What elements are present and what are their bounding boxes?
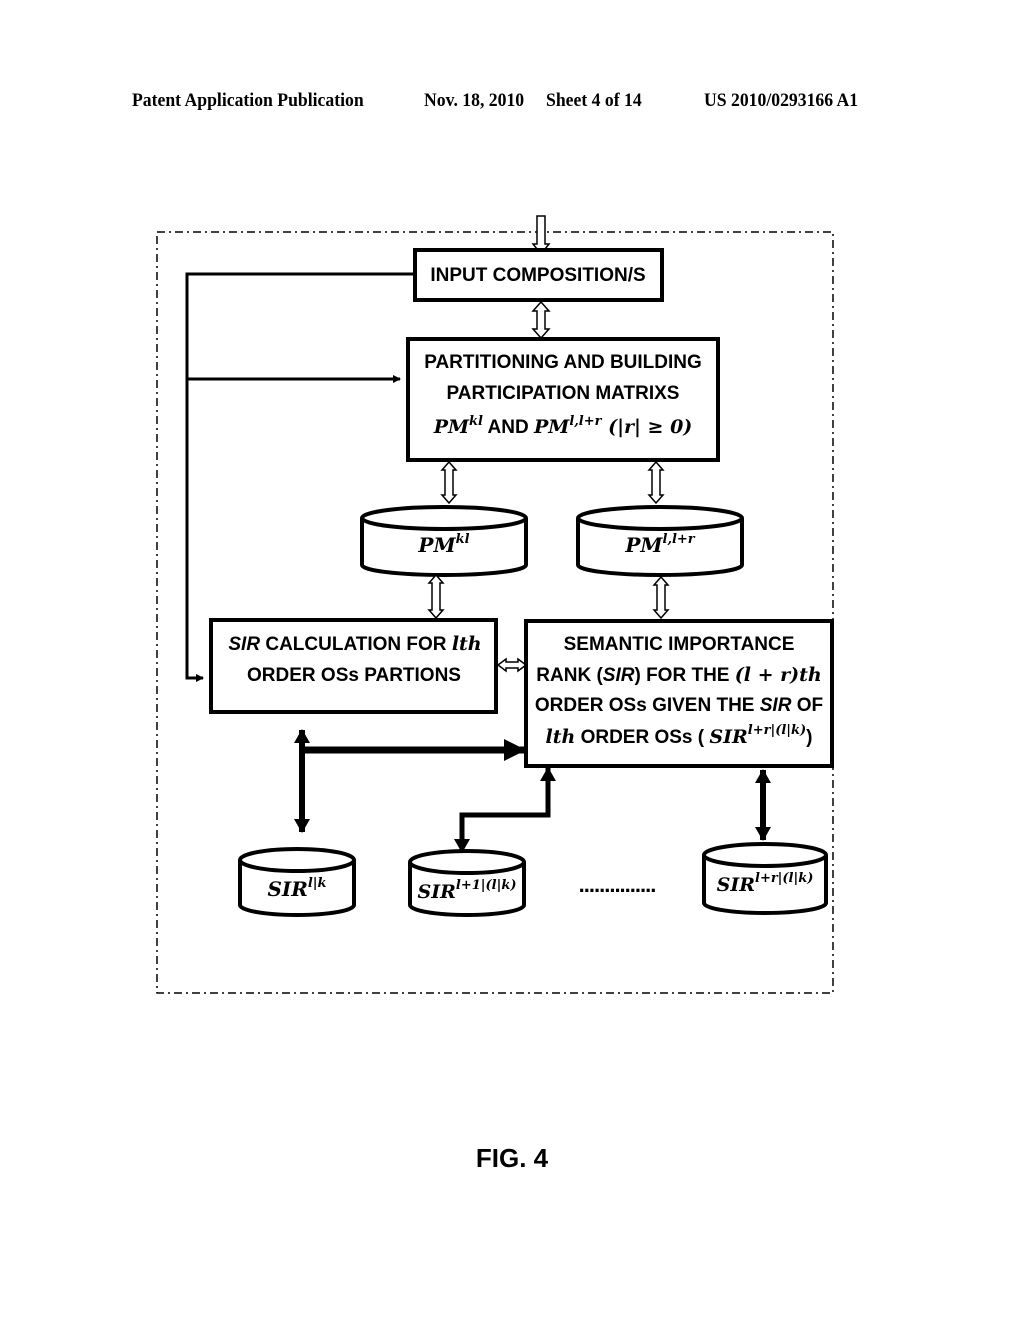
calc-semantic-arrow [496, 657, 528, 673]
input-composition-label: INPUT COMPOSITION/S [430, 265, 645, 286]
feedback-lines [185, 272, 415, 682]
database-pm-kl: PMkl [360, 505, 528, 577]
db-box-arrows [427, 573, 670, 620]
semantic-line-2: RANK (SIR) FOR THE (l + r)th [536, 664, 821, 686]
pm-kl-math: PM [433, 416, 470, 438]
sir-calculation-line-1: SIR CALCULATION FOR lth [228, 633, 481, 655]
partitioning-line-2: PARTICIPATION MATRIXS [447, 383, 680, 404]
semantic-line-1: SEMANTIC IMPORTANCE [564, 634, 795, 655]
partitioning-box: PARTITIONING AND BUILDING PARTICIPATION … [406, 337, 720, 462]
sir-calculation-line-2: ORDER OSs PARTIONS [247, 665, 461, 686]
semantic-line-3: ORDER OSs GIVEN THE SIR OF [535, 695, 823, 716]
sir-calculation-box: SIR CALCULATION FOR lth ORDER OSs PARTIO… [209, 618, 498, 714]
database-sir-lr: SIRl+r|(l|k) [702, 842, 828, 915]
database-sir-lk: SIRl|k [238, 847, 356, 917]
flow-diagram: INPUT COMPOSITION/S PARTITIONING AND BUI… [156, 215, 834, 994]
partition-db-arrows [440, 460, 665, 505]
database-sir-l1: SIRl+1|(l|k) [408, 849, 526, 917]
input-composition-box: INPUT COMPOSITION/S [413, 248, 664, 302]
input-partition-arrow [531, 300, 551, 340]
database-pm-llr: PMl,l+r [576, 505, 744, 577]
semantic-importance-box: SEMANTIC IMPORTANCE RANK (SIR) FOR THE (… [524, 619, 834, 768]
more-databases-ellipsis: ............... [579, 872, 656, 897]
partitioning-line-1: PARTITIONING AND BUILDING [424, 352, 702, 373]
pm-llr-math: PM [533, 416, 570, 438]
figure-label: FIG. 4 [475, 1143, 549, 1173]
